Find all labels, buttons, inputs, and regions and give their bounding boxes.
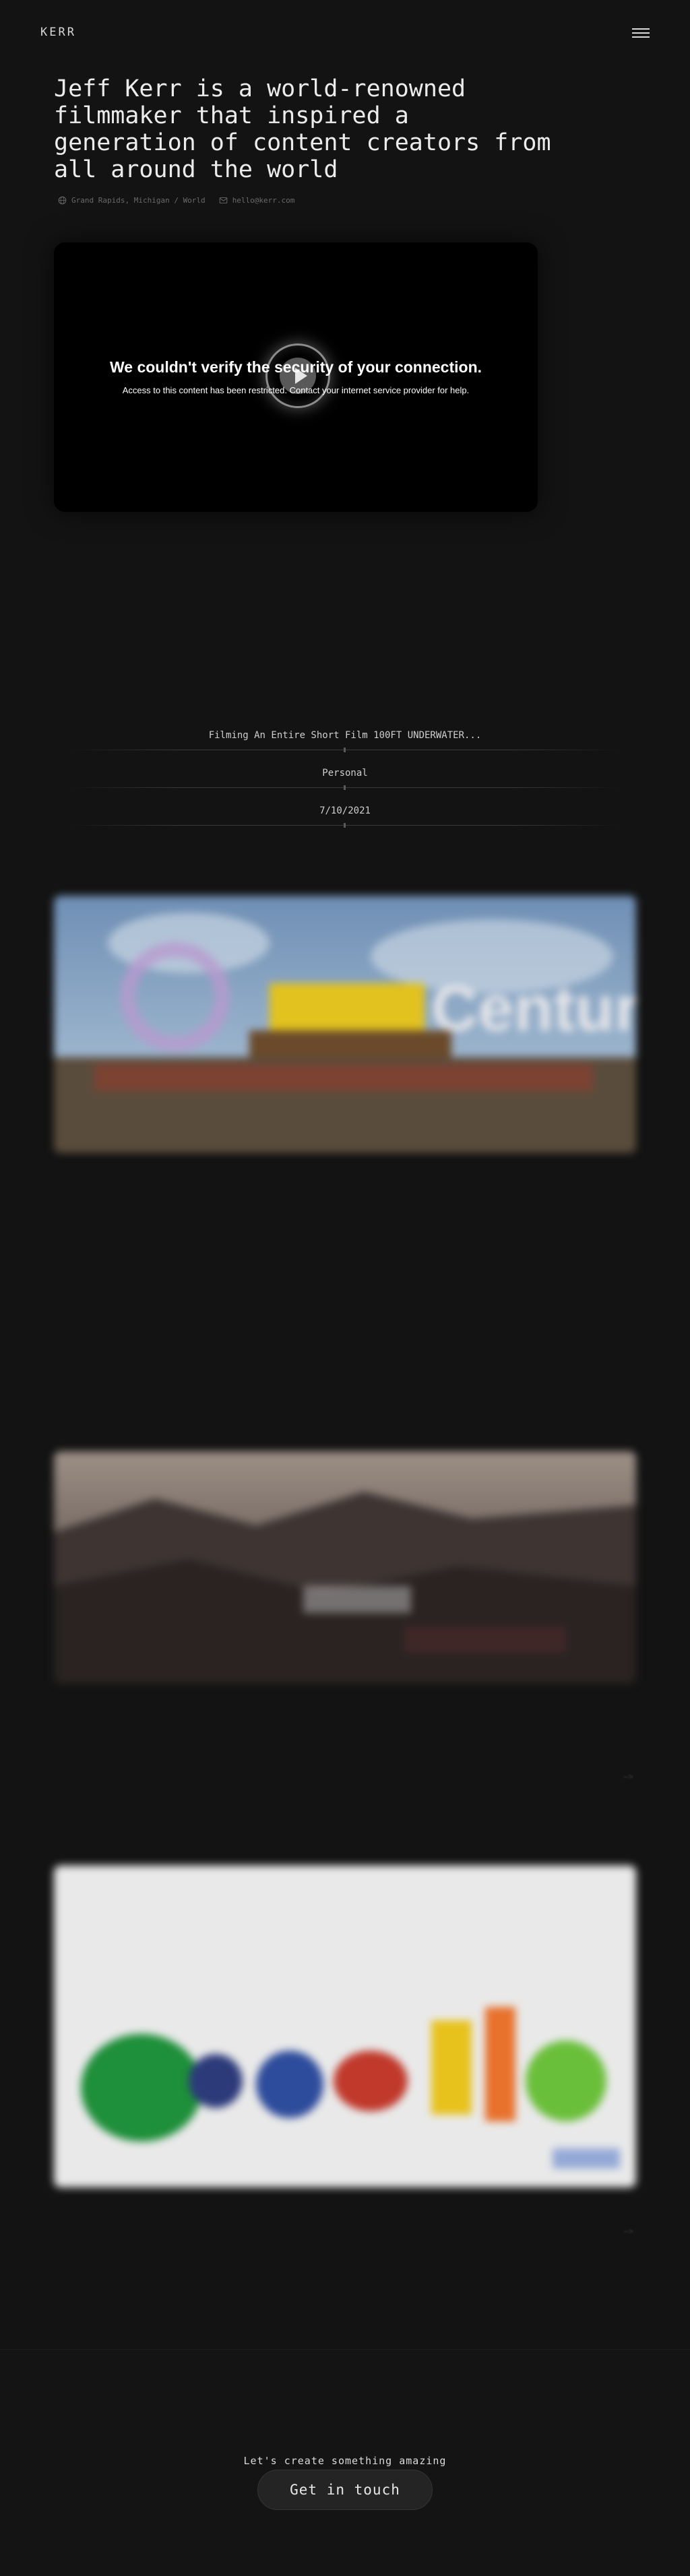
top-nav: KERR xyxy=(0,0,690,67)
divider-marker xyxy=(344,748,346,752)
logo[interactable]: KERR xyxy=(40,26,76,39)
project-card[interactable]: Claxyl —> xyxy=(54,1865,636,2243)
project-thumbnail-image: Century 21 xyxy=(54,896,636,1153)
hamburger-icon[interactable] xyxy=(632,27,650,39)
globe-icon xyxy=(58,196,67,205)
location-text: Grand Rapids, Michigan / World xyxy=(71,196,206,205)
project-card[interactable]: Century 21 xyxy=(54,896,636,1273)
project-thumbnail[interactable]: Century 21 xyxy=(54,896,636,1153)
location: Grand Rapids, Michigan / World xyxy=(58,196,206,205)
project-thumbnail[interactable] xyxy=(54,1451,636,1684)
video-date-row: 7/10/2021 xyxy=(69,796,621,834)
arrow-right-icon[interactable]: —> xyxy=(624,2226,633,2236)
video-title-row: Filming An Entire Short Film 100FT UNDER… xyxy=(69,721,621,758)
email[interactable]: hello@kerr.com xyxy=(219,196,295,205)
menu-line xyxy=(632,28,650,30)
video-category: Personal xyxy=(322,768,368,779)
divider-marker xyxy=(344,823,346,828)
email-link[interactable]: hello@kerr.com xyxy=(232,196,295,205)
hero-meta: Grand Rapids, Michigan / World hello@ker… xyxy=(58,196,294,205)
menu-line xyxy=(632,32,650,34)
project-thumbnail-text: Century 21 xyxy=(431,972,636,1045)
arrow-right-icon[interactable]: —> xyxy=(624,1772,633,1781)
project-thumbnail[interactable]: Claxyl xyxy=(54,1865,636,2187)
hero-title: Jeff Kerr is a world-renowned filmmaker … xyxy=(54,75,551,183)
video-date: 7/10/2021 xyxy=(319,805,371,816)
play-button[interactable] xyxy=(265,343,330,408)
project-thumbnail-image: Claxyl xyxy=(54,1865,636,2187)
get-in-touch-button[interactable]: Get in touch xyxy=(257,2470,433,2510)
project-card[interactable]: —> xyxy=(54,1451,636,1802)
divider-marker xyxy=(344,785,346,790)
footer: Let's create something amazing Get in to… xyxy=(0,2349,690,2576)
video-player[interactable]: We couldn't verify the security of your … xyxy=(54,242,538,512)
video-title: Filming An Entire Short Film 100FT UNDER… xyxy=(208,730,482,741)
project-thumbnail-image xyxy=(54,1451,636,1684)
video-category-row: Personal xyxy=(69,758,621,796)
video-info: Filming An Entire Short Film 100FT UNDER… xyxy=(69,721,621,834)
play-icon xyxy=(295,368,307,384)
cta-text: Let's create something amazing xyxy=(243,2455,447,2467)
menu-line xyxy=(632,36,650,38)
mail-icon xyxy=(219,197,227,204)
